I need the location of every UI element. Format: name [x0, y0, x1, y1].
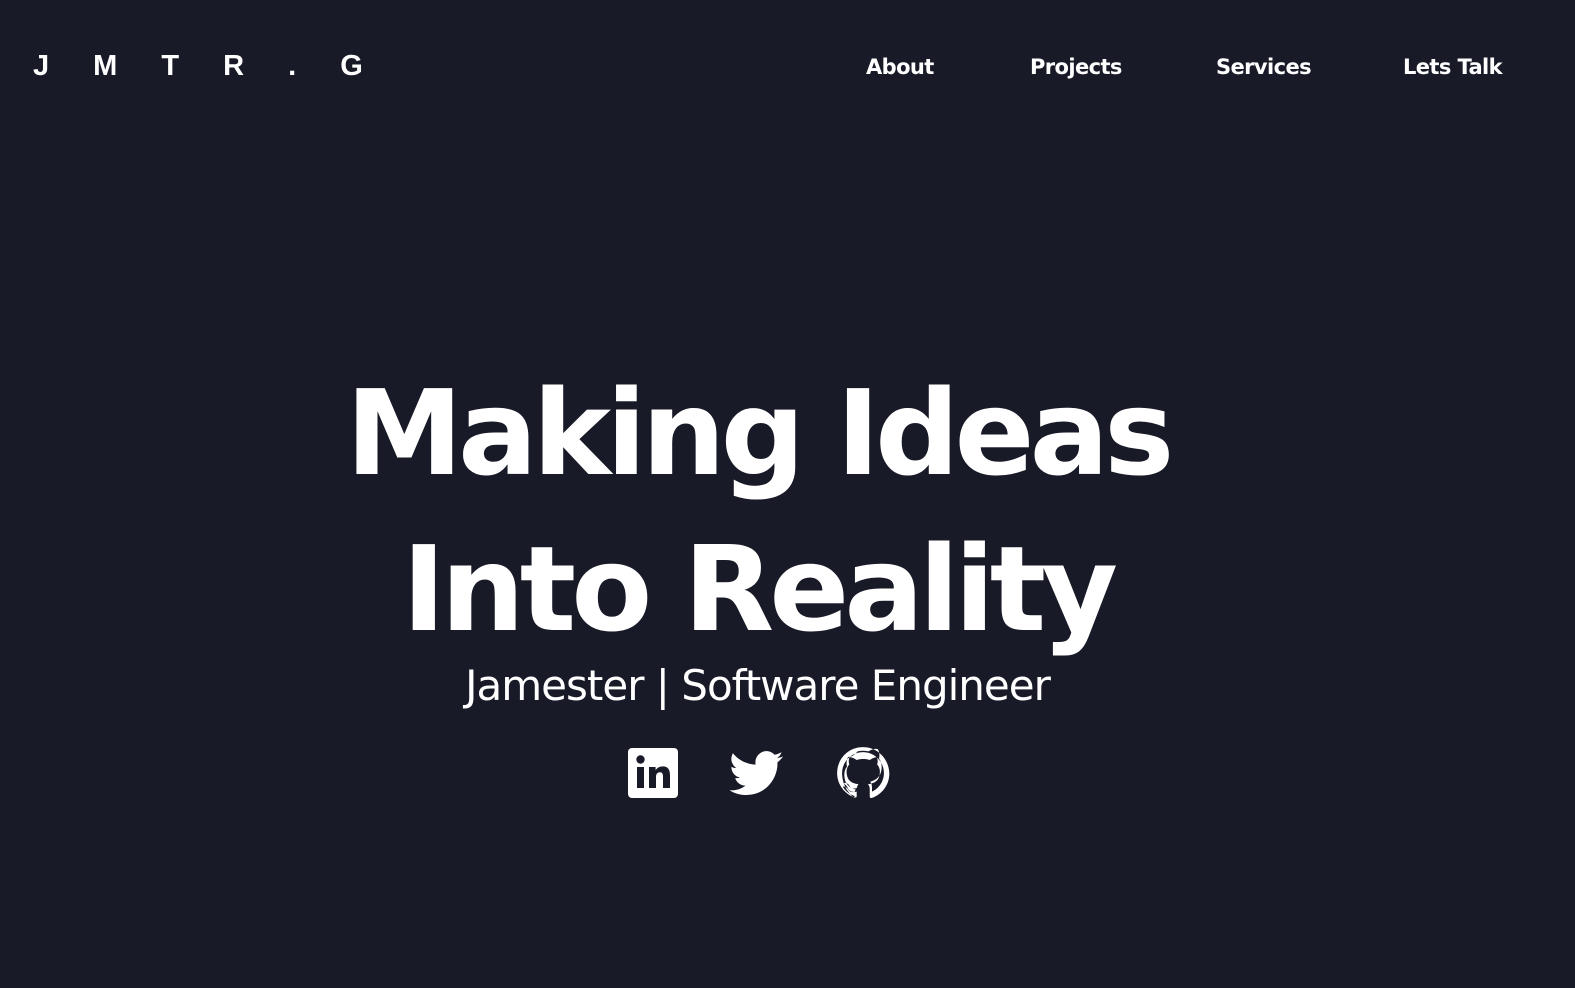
hero-title-line-1: Making Ideas — [345, 364, 1175, 502]
github-link[interactable] — [836, 746, 890, 800]
nav-link-lets-talk[interactable]: Lets Talk — [1403, 51, 1503, 83]
hero-title: Making Ideas Into Reality — [0, 355, 1515, 667]
hero-subtitle: Jamester | Software Engineer — [465, 661, 1051, 710]
nav-link-projects[interactable]: Projects — [1030, 51, 1122, 83]
hero-title-line-2: Into Reality — [401, 520, 1118, 658]
linkedin-link[interactable] — [626, 746, 680, 800]
hero-section: Making Ideas Into Reality — [0, 355, 1515, 667]
page: J M T R . G About Projects Services Lets… — [0, 0, 1575, 988]
github-icon — [837, 747, 890, 799]
nav-link-services[interactable]: Services — [1216, 51, 1312, 83]
twitter-icon — [730, 751, 784, 796]
site-header: J M T R . G — [0, 0, 1575, 134]
linkedin-icon — [628, 748, 678, 798]
twitter-link[interactable] — [730, 746, 784, 800]
social-links — [626, 746, 890, 800]
nav-link-about[interactable]: About — [866, 51, 934, 83]
site-logo[interactable]: J M T R . G — [33, 49, 381, 83]
